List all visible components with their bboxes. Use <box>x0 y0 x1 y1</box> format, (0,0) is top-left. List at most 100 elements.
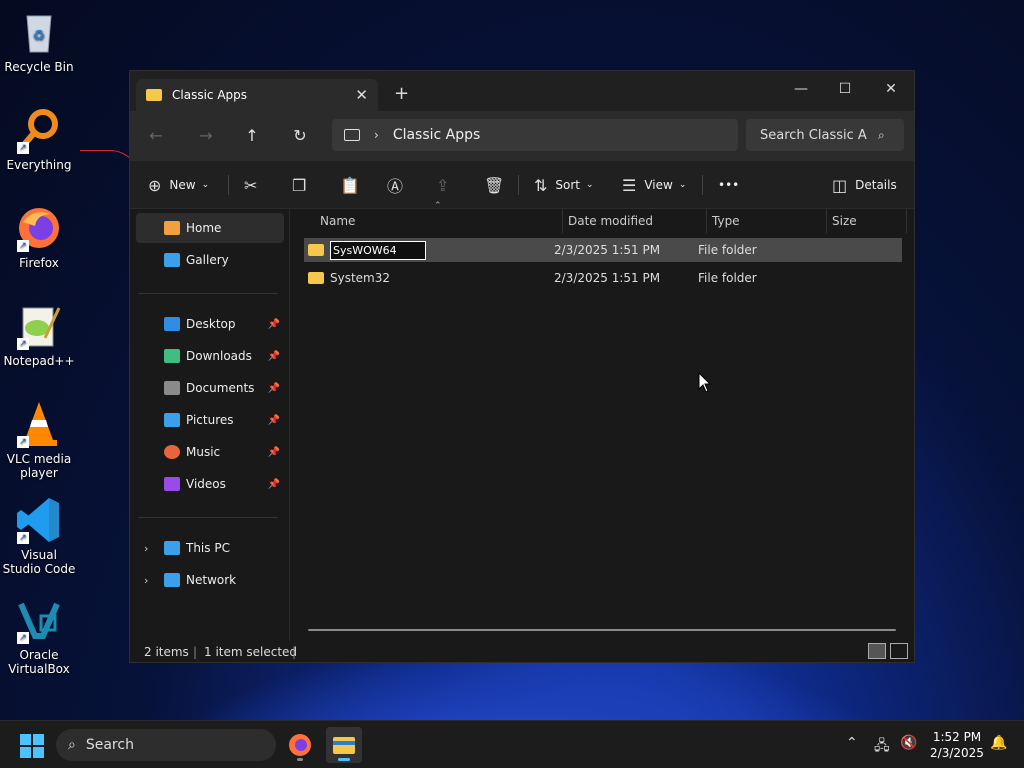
rename-button[interactable]: Ⓐ <box>387 173 411 197</box>
table-row[interactable]: 2/3/2025 1:51 PM File folder <box>304 238 902 262</box>
folder-icon <box>146 89 162 101</box>
desktop-icon-vscode[interactable]: ↗ Visual Studio Code <box>2 496 76 576</box>
details-label: Details <box>855 178 897 192</box>
tab-close-icon[interactable]: ✕ <box>355 86 368 104</box>
pin-icon[interactable]: 📌 <box>268 351 280 362</box>
new-button[interactable]: ⊕ New ⌄ <box>148 173 209 197</box>
sidebar-item-desktop[interactable]: Desktop 📌 <box>136 309 284 339</box>
folder-icon <box>308 244 324 256</box>
notification-bell-icon[interactable]: 🔔 <box>990 735 1007 751</box>
status-bar: 2 items | 1 item selected | <box>130 641 914 663</box>
chevron-right-icon[interactable]: › <box>144 574 148 587</box>
plus-circle-icon: ⊕ <box>148 175 162 195</box>
chevron-right-icon[interactable]: › <box>144 542 148 555</box>
view-button[interactable]: ☰ View ⌄ <box>622 173 686 197</box>
desktop-icon-virtualbox[interactable]: ↗ Oracle VirtualBox <box>2 596 76 676</box>
forward-button[interactable]: → <box>192 123 220 149</box>
shortcut-arrow-icon: ↗ <box>17 532 29 544</box>
sidebar-item-label: Network <box>186 573 237 587</box>
column-header-date[interactable]: Date modified <box>556 209 700 233</box>
desktop-icon-recycle-bin[interactable]: ♻ Recycle Bin <box>2 8 76 74</box>
folder-icon <box>308 272 324 284</box>
up-button[interactable]: ↑ <box>238 123 266 149</box>
back-button[interactable]: ← <box>142 123 170 149</box>
share-button[interactable]: ⇪ <box>436 173 457 197</box>
sort-label: Sort <box>555 178 581 192</box>
search-icon: ⌕ <box>68 737 76 753</box>
desktop-icon-firefox[interactable]: ↗ Firefox <box>2 204 76 270</box>
search-input[interactable] <box>760 127 870 143</box>
pin-icon[interactable]: 📌 <box>268 415 280 426</box>
pin-icon[interactable]: 📌 <box>268 479 280 490</box>
windows-start-icon[interactable] <box>20 734 44 758</box>
horizontal-scrollbar[interactable] <box>308 629 896 631</box>
title-bar[interactable]: Classic Apps ✕ + — ☐ ✕ <box>130 71 914 111</box>
chevron-right-icon[interactable]: › <box>374 128 379 142</box>
minimize-button[interactable]: — <box>778 75 824 103</box>
sort-icon: ⇅ <box>534 175 548 195</box>
desktop-icon <box>164 317 180 331</box>
sidebar-item-music[interactable]: Music 📌 <box>136 437 284 467</box>
sidebar-item-pictures[interactable]: Pictures 📌 <box>136 405 284 435</box>
copy-button[interactable]: ❐ <box>292 173 314 197</box>
sidebar-item-label: Pictures <box>186 413 234 427</box>
sidebar-item-label: Documents <box>186 381 255 395</box>
command-bar: ⊕ New ⌄ ✂ ❐ 📋 Ⓐ ⇪ 🗑 ⇅ Sort ⌄ ☰ View ⌄ ••… <box>130 161 914 209</box>
sidebar-item-this-pc[interactable]: › This PC <box>136 533 284 563</box>
refresh-button[interactable]: ↻ <box>286 123 314 149</box>
pin-icon[interactable]: 📌 <box>268 447 280 458</box>
sidebar-item-documents[interactable]: Documents 📌 <box>136 373 284 403</box>
chevron-up-icon[interactable]: ⌃ <box>846 735 858 751</box>
taskbar-firefox[interactable] <box>282 727 318 763</box>
large-icons-view-icon[interactable] <box>890 643 908 659</box>
volume-muted-icon[interactable]: 🔇 <box>900 735 917 751</box>
sidebar-item-videos[interactable]: Videos 📌 <box>136 469 284 499</box>
desktop-icon-label: Visual Studio Code <box>2 548 76 576</box>
mouse-cursor-icon <box>698 372 712 393</box>
system-clock[interactable]: 1:52 PM 2/3/2025 <box>924 729 990 761</box>
vscode-icon: ↗ <box>15 496 63 544</box>
virtualbox-icon: ↗ <box>15 596 63 644</box>
delete-button[interactable]: 🗑 <box>484 173 512 197</box>
shortcut-arrow-icon: ↗ <box>17 436 29 448</box>
sidebar-item-network[interactable]: › Network <box>136 565 284 595</box>
column-header-type[interactable]: Type <box>700 209 820 233</box>
new-tab-button[interactable]: + <box>394 83 409 104</box>
pin-icon[interactable]: 📌 <box>268 383 280 394</box>
tab-classic-apps[interactable]: Classic Apps ✕ <box>136 79 378 111</box>
pin-icon[interactable]: 📌 <box>268 319 280 330</box>
paste-button[interactable]: 📋 <box>340 173 368 197</box>
close-button[interactable]: ✕ <box>868 75 914 103</box>
maximize-button[interactable]: ☐ <box>822 75 868 103</box>
shortcut-arrow-icon: ↗ <box>17 338 29 350</box>
column-header-name[interactable]: Name <box>308 209 562 233</box>
sidebar-item-gallery[interactable]: Gallery <box>136 245 284 275</box>
toolbar-divider <box>702 175 703 195</box>
desktop-icon-vlc[interactable]: ↗ VLC media player <box>2 400 76 480</box>
table-row[interactable]: System32 2/3/2025 1:51 PM File folder <box>304 266 902 290</box>
details-pane-button[interactable]: ◫ Details <box>832 173 897 197</box>
address-bar[interactable]: › Classic Apps <box>332 119 738 151</box>
more-options-button[interactable]: ••• <box>718 173 739 197</box>
rename-field[interactable] <box>330 240 426 260</box>
computer-icon <box>344 129 360 141</box>
clock-time: 1:52 PM <box>932 730 982 744</box>
column-divider[interactable] <box>906 209 907 233</box>
details-view-icon[interactable] <box>868 643 886 659</box>
taskbar-search-label: Search <box>85 737 134 753</box>
sidebar-item-home[interactable]: Home <box>136 213 284 243</box>
search-box[interactable]: ⌕ <box>746 119 904 151</box>
taskbar-file-explorer[interactable] <box>326 727 362 763</box>
taskbar-search[interactable]: ⌕ Search <box>56 729 276 761</box>
cut-button[interactable]: ✂ <box>244 173 265 197</box>
breadcrumb[interactable]: Classic Apps <box>393 127 481 143</box>
home-icon <box>164 221 180 235</box>
column-header-size[interactable]: Size <box>820 209 900 233</box>
navigation-bar: ← → ↑ ↻ › Classic Apps ⌕ <box>130 111 914 161</box>
name-cell: System32 <box>330 271 391 285</box>
desktop-icon-everything[interactable]: ↗ Everything <box>2 106 76 172</box>
desktop-icon-notepadpp[interactable]: ↗ Notepad++ <box>2 302 76 368</box>
sort-button[interactable]: ⇅ Sort ⌄ <box>534 173 594 197</box>
network-tray-icon[interactable]: 🖧 <box>874 735 890 759</box>
sidebar-item-downloads[interactable]: Downloads 📌 <box>136 341 284 371</box>
